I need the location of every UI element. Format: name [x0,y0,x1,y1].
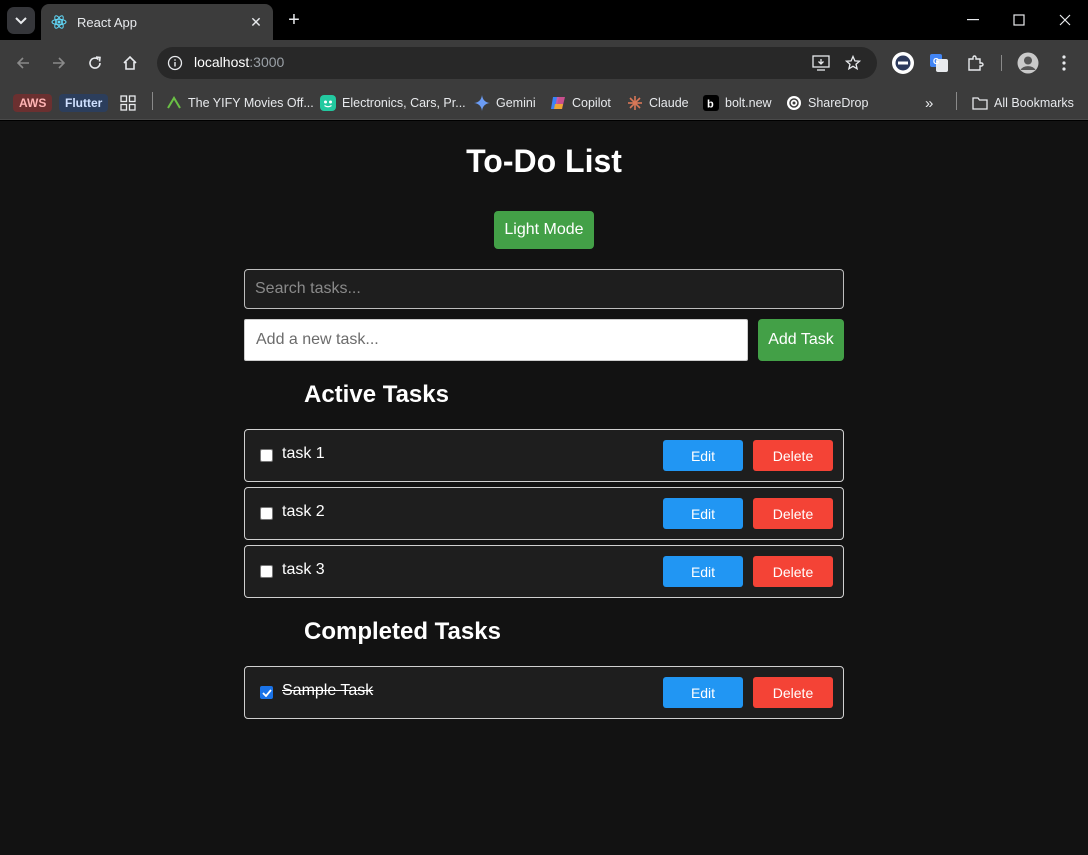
copilot-icon [550,95,566,111]
olx-icon [320,95,336,111]
task-checkbox[interactable] [260,449,273,462]
delete-button[interactable]: Delete [753,556,833,587]
bookmark-apps[interactable] [120,91,136,115]
minimize-button[interactable] [950,0,996,40]
tab-title: React App [77,14,137,30]
add-task-button[interactable]: Add Task [758,319,844,361]
home-button[interactable] [117,50,143,76]
edit-button[interactable]: Edit [663,556,743,587]
home-icon [123,55,137,70]
task-label: Sample Task [282,682,374,699]
task-checkbox-checked[interactable] [260,686,273,699]
bookmark-bolt[interactable]: b bolt.new [703,91,772,115]
bookmark-copilot[interactable]: Copilot [550,91,611,115]
edit-button[interactable]: Edit [663,677,743,708]
task-checkbox[interactable] [260,565,273,578]
close-window-button[interactable] [1042,0,1088,40]
maximize-icon [1013,14,1025,26]
page-title: To-Do List [466,143,622,179]
close-icon [1059,14,1071,26]
edit-button[interactable]: Edit [663,498,743,529]
extensions-puzzle-icon[interactable] [963,51,987,75]
task-label: task 1 [282,445,325,462]
task-label: task 2 [282,503,325,520]
yify-icon [166,95,182,111]
edit-button[interactable]: Edit [663,440,743,471]
checkmark-icon [261,688,272,697]
bookmark-separator [956,92,957,110]
maximize-button[interactable] [996,0,1042,40]
bookmark-olx[interactable]: Electronics, Cars, Pr... [320,91,466,115]
svg-text:G: G [933,57,939,66]
delete-button[interactable]: Delete [753,498,833,529]
task-row: task 2 Edit Delete [244,487,844,540]
back-button[interactable] [10,50,36,76]
forward-button[interactable] [46,50,72,76]
search-input[interactable] [244,269,844,309]
new-task-input[interactable] [244,319,748,361]
address-bar[interactable]: localhost:3000 [157,47,877,79]
sharedrop-icon [786,95,802,111]
react-logo-icon [51,15,67,29]
active-tab[interactable]: React App ✕ [41,4,273,40]
task-row: task 1 Edit Delete [244,429,844,482]
reload-icon [89,56,101,69]
bookmark-gemini[interactable]: Gemini [474,91,536,115]
more-bookmarks-chevron-icon[interactable]: » [925,91,933,115]
bookmark-yify[interactable]: The YIFY Movies Off... [166,91,314,115]
minimize-icon [967,19,979,21]
bookmark-flutter[interactable]: Flutter [59,91,109,115]
gemini-icon [474,95,490,111]
task-row: task 3 Edit Delete [244,545,844,598]
bookmark-aws[interactable]: AWS [13,91,53,115]
all-bookmarks-button[interactable]: All Bookmarks [972,91,1074,115]
folder-icon [972,95,988,111]
site-info-icon[interactable] [165,53,185,73]
install-app-icon[interactable] [811,53,831,73]
claude-icon [627,95,643,111]
menu-dots-icon[interactable] [1052,51,1076,75]
url-text: localhost:3000 [194,54,285,70]
apps-grid-icon [120,95,136,111]
close-tab-icon[interactable]: ✕ [247,13,265,31]
profile-avatar[interactable] [1016,51,1040,75]
reload-button[interactable] [82,50,108,76]
arrow-right-icon [53,57,66,69]
completed-tasks-heading: Completed Tasks [304,618,501,645]
svg-text:b: b [707,99,714,111]
completed-task-row: Sample Task Edit Delete [244,666,844,719]
bookmark-separator [152,92,153,110]
extension-web-icon[interactable] [891,51,915,75]
arrow-left-icon [16,57,29,69]
bolt-icon: b [703,95,719,111]
theme-toggle-button[interactable]: Light Mode [494,211,594,249]
delete-button[interactable]: Delete [753,677,833,708]
bookmark-star-icon[interactable] [843,53,863,73]
toolbar-divider [1001,55,1002,71]
tab-strip: React App ✕ + [0,0,1088,40]
delete-button[interactable]: Delete [753,440,833,471]
active-tasks-heading: Active Tasks [304,381,449,408]
app-page: To-Do List Light Mode Add Task Active Ta… [0,121,1088,855]
google-translate-icon[interactable]: G [927,51,951,75]
task-checkbox[interactable] [260,507,273,520]
new-tab-button[interactable]: + [283,9,305,31]
bookmark-sharedrop[interactable]: ShareDrop [786,91,868,115]
chevron-down-icon [15,16,27,24]
tab-search-button[interactable] [7,7,35,34]
task-label: task 3 [282,561,325,578]
bookmark-claude[interactable]: Claude [627,91,689,115]
